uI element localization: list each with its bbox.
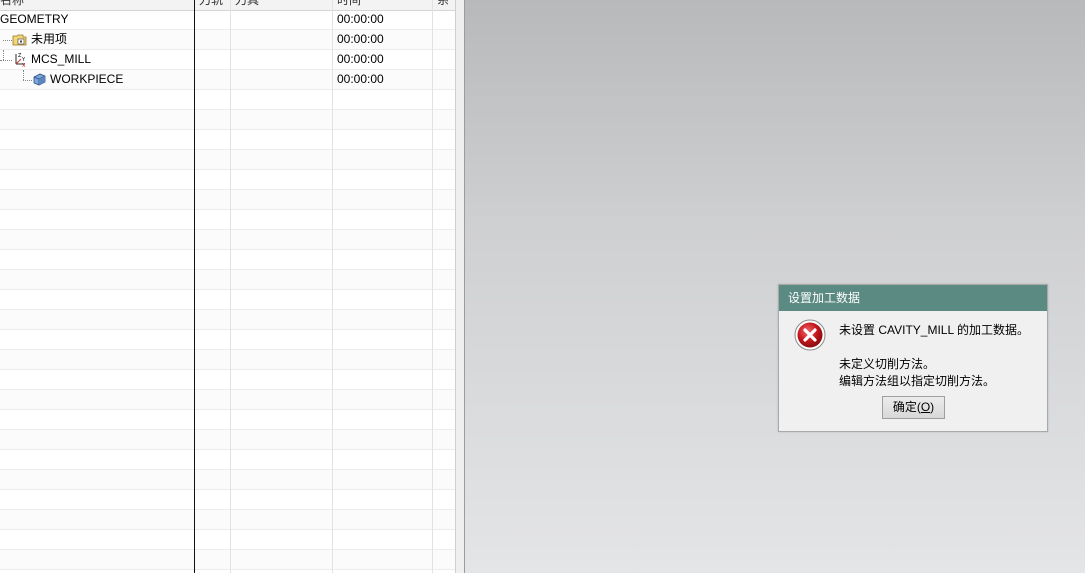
node-label-workpiece: WORKPIECE [50,72,124,86]
empty-row [0,170,455,190]
table-row[interactable]: 未用项 00:00:00 [0,30,455,50]
empty-row [0,190,455,210]
coordinate-system-icon: Z Y X [12,52,27,69]
empty-row [0,230,455,250]
column-divider [230,0,231,573]
empty-row [0,250,455,270]
empty-row [0,410,455,430]
empty-row [0,350,455,370]
time-cell: 00:00:00 [337,32,384,46]
folder-icon [12,32,27,47]
column-divider [332,0,333,573]
error-dialog: 设置加工数据 未设置 CAVITY_MILL 的加工数据。 未定义切削方法。 编… [778,284,1048,432]
empty-row [0,510,455,530]
app-window: 名称 刀轨 刀具 时间 系 GEOMETRY 00:00:00 未用项 00:0… [0,0,1085,573]
operation-navigator: 名称 刀轨 刀具 时间 系 GEOMETRY 00:00:00 未用项 00:0… [0,0,455,573]
node-label-unused: 未用项 [31,32,68,46]
dialog-message-main: 未设置 CAVITY_MILL 的加工数据。 [839,323,1030,337]
node-label-geometry: GEOMETRY [0,12,69,26]
column-header-toolpath[interactable]: 刀轨 [195,0,231,10]
navigator-rows: GEOMETRY 00:00:00 未用项 00:00:00 Z Y X MCS… [0,10,455,570]
empty-row [0,90,455,110]
empty-row [0,530,455,550]
dialog-titlebar[interactable]: 设置加工数据 [779,285,1047,311]
empty-row [0,210,455,230]
dialog-title: 设置加工数据 [788,291,861,305]
tree-connector [23,80,32,81]
column-header-system[interactable]: 系 [433,0,455,10]
column-header-tool[interactable]: 刀具 [231,0,333,10]
tree-connector [3,50,4,60]
tree-connector [23,70,24,80]
empty-row [0,430,455,450]
column-divider-name [194,0,195,573]
empty-row [0,150,455,170]
tree-connector [0,60,12,61]
empty-row [0,550,455,570]
column-header-time[interactable]: 时间 [333,0,433,10]
empty-row [0,330,455,350]
time-cell: 00:00:00 [337,52,384,66]
svg-text:X: X [22,63,26,67]
time-cell: 00:00:00 [337,12,384,26]
empty-row [0,130,455,150]
dialog-message-hint: 编辑方法组以指定切削方法。 [839,374,996,388]
table-row[interactable]: GEOMETRY 00:00:00 [0,10,455,30]
empty-row [0,370,455,390]
error-icon [794,319,826,351]
ok-button[interactable]: 确定(O) [882,396,945,419]
empty-row [0,470,455,490]
table-row[interactable]: WORKPIECE 00:00:00 [0,70,455,90]
empty-row [0,390,455,410]
empty-row [0,290,455,310]
pane-splitter[interactable] [455,0,465,573]
time-cell: 00:00:00 [337,72,384,86]
empty-row [0,270,455,290]
empty-row [0,450,455,470]
empty-row [0,110,455,130]
empty-row [0,310,455,330]
node-label-mcs-mill: MCS_MILL [31,52,92,66]
table-row[interactable]: Z Y X MCS_MILL 00:00:00 [0,50,455,70]
dialog-message-detail: 未定义切削方法。 [839,357,936,371]
column-header-name[interactable]: 名称 [0,0,195,10]
dialog-body: 未设置 CAVITY_MILL 的加工数据。 未定义切削方法。 编辑方法组以指定… [779,311,1047,431]
tree-connector [3,40,12,41]
empty-row [0,490,455,510]
workpiece-icon [32,72,47,87]
column-divider [432,0,433,573]
